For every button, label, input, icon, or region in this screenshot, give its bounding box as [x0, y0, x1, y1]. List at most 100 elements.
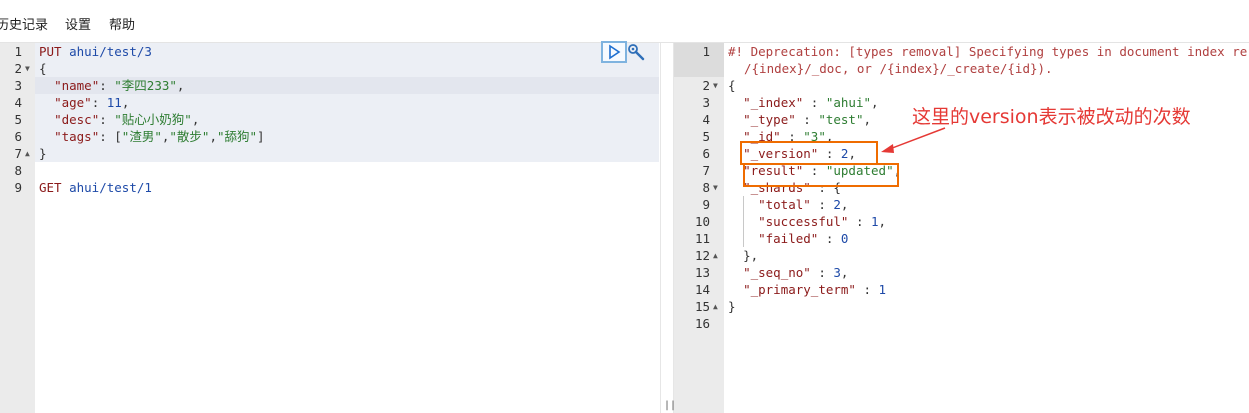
- json-value: 11: [106, 95, 122, 110]
- version-highlight-box: [740, 141, 878, 165]
- result-highlight-box: [743, 163, 899, 187]
- brace: {: [728, 78, 736, 93]
- response-code: #! Deprecation: [types removal] Specifyi…: [728, 43, 1249, 413]
- panel-splitter[interactable]: ||: [660, 43, 676, 413]
- code-line: "total" : 2,: [758, 197, 849, 212]
- menu-settings[interactable]: 设置: [65, 14, 91, 33]
- line-number: 8: [702, 180, 710, 195]
- deprecation-warning: #! Deprecation: [types removal] Specifyi…: [728, 44, 1248, 59]
- fold-toggle-icon[interactable]: ▼: [713, 77, 718, 94]
- brace: {: [39, 61, 47, 76]
- deprecation-warning-cont: /{index}/_doc, or /{index}/_create/{id})…: [744, 61, 1053, 76]
- json-key: "_type": [743, 112, 796, 127]
- json-key: "_primary_term": [743, 282, 856, 297]
- code-line: {: [39, 60, 47, 77]
- line-number: 11: [694, 231, 710, 246]
- code-line: GET ahui/test/1: [39, 179, 152, 196]
- line-number: 10: [694, 214, 710, 229]
- line-number: 7: [14, 146, 22, 161]
- fold-toggle-icon[interactable]: ▲: [713, 298, 718, 315]
- json-value: 0: [840, 231, 849, 246]
- json-value: 2: [833, 197, 841, 212]
- code-line: {: [728, 77, 736, 94]
- json-value: 1: [878, 282, 887, 297]
- code-line: "desc": "贴心小奶狗",: [54, 112, 200, 127]
- json-value: "ahui": [825, 95, 872, 110]
- line-number: 5: [14, 112, 22, 127]
- code-line: }: [728, 298, 736, 315]
- line-number: 3: [702, 95, 710, 110]
- line-number: 15: [694, 299, 710, 314]
- line-number: 6: [14, 129, 22, 144]
- request-url: ahui/test/1: [69, 180, 152, 195]
- json-value: "散步": [169, 129, 210, 144]
- line-number: 1: [702, 44, 710, 59]
- play-icon[interactable]: [601, 41, 627, 63]
- menu-help[interactable]: 帮助: [109, 14, 135, 33]
- wrench-icon[interactable]: [627, 43, 647, 63]
- code-line: "successful" : 1,: [758, 214, 887, 229]
- line-number: 16: [694, 316, 710, 331]
- brace: }: [728, 299, 736, 314]
- json-key: "tags": [54, 129, 100, 144]
- line-number: 4: [702, 112, 710, 127]
- json-value: "贴心小奶狗": [114, 112, 192, 127]
- code-line: "_seq_no" : 3,: [743, 265, 849, 280]
- code-line: },: [728, 247, 758, 264]
- code-line: PUT ahui/test/3: [39, 43, 152, 60]
- http-method: GET: [39, 180, 62, 195]
- annotation-text: 这里的version表示被改动的次数: [912, 106, 1191, 128]
- line-number: 12: [694, 248, 710, 263]
- code-line: "_primary_term" : 1: [743, 282, 887, 297]
- line-number: 9: [14, 180, 22, 195]
- code-line: "failed" : 0: [758, 231, 849, 246]
- line-number: 3: [14, 78, 22, 93]
- json-key: "name": [54, 78, 100, 93]
- fold-toggle-icon[interactable]: ▼: [25, 60, 30, 77]
- json-value: 3: [833, 265, 841, 280]
- line-number: 7: [702, 163, 710, 178]
- json-value: "渣男": [121, 129, 162, 144]
- line-number: 1: [14, 44, 22, 59]
- line-number: 9: [702, 197, 710, 212]
- code-line: }: [39, 145, 47, 162]
- json-value: "test": [818, 112, 864, 127]
- json-value: 1: [871, 214, 879, 229]
- menu-bar: 历史记录 设置 帮助: [0, 0, 1249, 43]
- json-value: "李四233": [114, 78, 177, 93]
- code-line: "name": "李四233",: [54, 78, 185, 93]
- indent-guide: [743, 196, 744, 247]
- code-line: "age": 11,: [54, 95, 130, 110]
- line-number: 4: [14, 95, 22, 110]
- response-panel: 1 2 ▼ 3 4 5 6 7 8 ▼ 9 10 11 12 ▲ 13 14 1…: [674, 43, 1249, 413]
- request-code[interactable]: PUT ahui/test/3 { "name": "李四233", "age"…: [39, 43, 659, 413]
- line-number: 13: [694, 265, 710, 280]
- line-number: 6: [702, 146, 710, 161]
- request-editor[interactable]: 1 2 ▼ 3 4 5 6 7 ▲ 8 9 PUT ahui/test/3 { …: [0, 41, 660, 413]
- json-key: "desc": [54, 112, 100, 127]
- json-value: "舔狗": [216, 129, 258, 144]
- code-line: "tags": ["渣男","散步","舔狗"]: [54, 129, 265, 144]
- request-gutter: 1 2 ▼ 3 4 5 6 7 ▲ 8 9: [0, 43, 35, 413]
- json-key: "failed": [758, 231, 819, 246]
- line-number: 5: [702, 129, 710, 144]
- code-line: "_type" : "test",: [743, 112, 872, 127]
- brace: },: [743, 248, 759, 263]
- fold-toggle-icon[interactable]: ▼: [713, 179, 718, 196]
- code-line: "_index" : "ahui",: [743, 95, 879, 110]
- response-gutter: 1 2 ▼ 3 4 5 6 7 8 ▼ 9 10 11 12 ▲ 13 14 1…: [674, 43, 724, 413]
- fold-toggle-icon[interactable]: ▲: [25, 145, 30, 162]
- fold-toggle-icon[interactable]: ▲: [713, 247, 718, 264]
- json-key: "_seq_no": [743, 265, 811, 280]
- json-key: "age": [54, 95, 92, 110]
- request-url: ahui/test/3: [69, 44, 152, 59]
- line-number: 2: [14, 61, 22, 76]
- menu-history[interactable]: 历史记录: [0, 14, 48, 33]
- json-key: "_index": [743, 95, 804, 110]
- line-number: 14: [694, 282, 710, 297]
- brace: }: [39, 146, 47, 161]
- json-key: "total": [758, 197, 811, 212]
- json-key: "successful": [758, 214, 849, 229]
- http-method: PUT: [39, 44, 62, 59]
- line-number: 8: [14, 163, 22, 178]
